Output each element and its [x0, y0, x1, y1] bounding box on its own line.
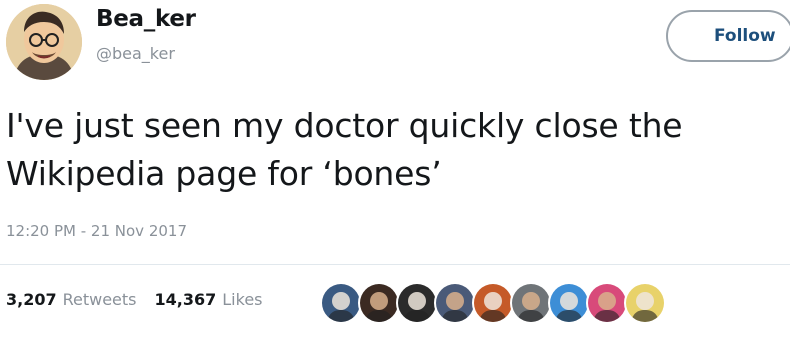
likes-count[interactable]: 14,367: [155, 290, 217, 309]
liker-avatar-icon: [322, 284, 360, 322]
liker-avatar-icon: [588, 284, 626, 322]
tweet-timestamp[interactable]: 12:20 PM - 21 Nov 2017: [6, 222, 187, 240]
liker-avatar[interactable]: [586, 282, 628, 324]
display-name[interactable]: Bea_ker: [96, 6, 196, 32]
follow-button[interactable]: Follow: [666, 10, 790, 62]
tweet-card: Bea_ker @bea_ker Follow I've just seen m…: [0, 0, 790, 339]
user-handle[interactable]: @bea_ker: [96, 44, 175, 63]
liker-avatar-icon: [550, 284, 588, 322]
liker-avatar[interactable]: [320, 282, 362, 324]
engagement-stats: 3,207 Retweets 14,367 Likes: [6, 290, 281, 309]
liker-avatar[interactable]: [624, 282, 666, 324]
liker-avatar[interactable]: [434, 282, 476, 324]
likers-avatar-row: [320, 282, 666, 324]
liker-avatar-icon: [360, 284, 398, 322]
user-avatar[interactable]: [6, 4, 82, 80]
cartoon-man-avatar-icon: [6, 4, 82, 80]
retweets-label[interactable]: Retweets: [63, 290, 137, 309]
liker-avatar-icon: [436, 284, 474, 322]
divider: [0, 264, 790, 265]
liker-avatar-icon: [474, 284, 512, 322]
tweet-text-line-2: Wikipedia page for ‘bones’: [6, 154, 442, 193]
tweet-text-line-1: I've just seen my doctor quickly close t…: [6, 106, 683, 145]
liker-avatar-icon: [398, 284, 436, 322]
retweets-count[interactable]: 3,207: [6, 290, 57, 309]
liker-avatar-icon: [626, 284, 664, 322]
likes-label[interactable]: Likes: [222, 290, 262, 309]
liker-avatar[interactable]: [548, 282, 590, 324]
liker-avatar[interactable]: [472, 282, 514, 324]
tweet-text: I've just seen my doctor quickly close t…: [6, 102, 790, 198]
liker-avatar[interactable]: [510, 282, 552, 324]
liker-avatar-icon: [512, 284, 550, 322]
liker-avatar[interactable]: [358, 282, 400, 324]
liker-avatar[interactable]: [396, 282, 438, 324]
